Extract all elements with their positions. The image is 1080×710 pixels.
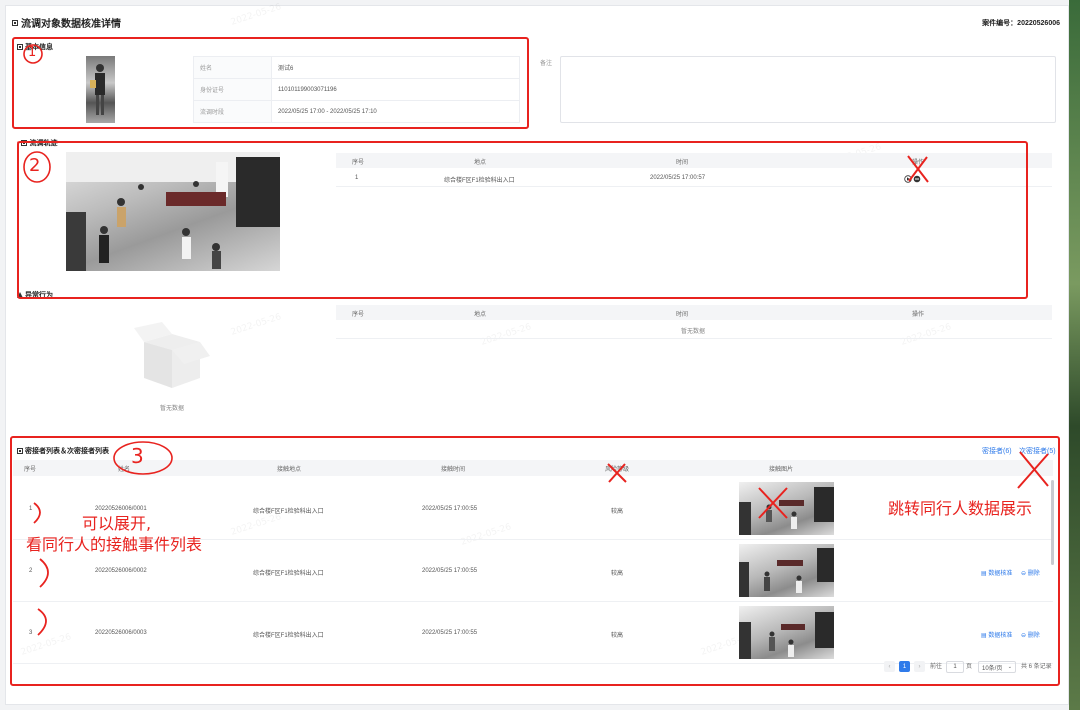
empty-box-icon xyxy=(134,322,210,388)
annotation-circle xyxy=(23,151,51,183)
divider xyxy=(336,338,1052,339)
annotation-cross xyxy=(607,463,627,483)
annotation-circle xyxy=(113,441,173,475)
id-card-icon xyxy=(12,19,18,26)
page-title: 流调对象数据核准详情 xyxy=(12,15,121,30)
abnormal-table-header: 序号 地点 时间 操作 xyxy=(336,305,1052,320)
annotation-cross xyxy=(758,487,788,519)
page-title-text: 流调对象数据核准详情 xyxy=(21,19,121,30)
annotation-bracket xyxy=(33,502,41,524)
annotation-bracket xyxy=(39,558,49,588)
annotation-box-basic xyxy=(12,37,529,129)
case-number-label: 案件编号： xyxy=(982,20,1018,27)
case-number-value: 20220526006 xyxy=(1017,20,1060,27)
col-place: 地点 xyxy=(474,312,487,318)
note-label: 备注 xyxy=(540,61,553,67)
annotation-cross xyxy=(1017,451,1049,489)
annotation-bracket xyxy=(37,608,47,636)
col-index: 序号 xyxy=(352,312,365,318)
abnormal-image-empty: 暂无数据 xyxy=(160,406,185,412)
annotation-jump-note: 跳转同行人数据展示 xyxy=(888,495,1033,519)
col-time: 时间 xyxy=(676,312,689,318)
desktop-background xyxy=(1069,0,1080,710)
abnormal-table-empty: 暂无数据 xyxy=(681,329,706,335)
annotation-circle xyxy=(23,44,43,64)
page: 2022-05-26 2022-05-26 2022-05-26 2022-05… xyxy=(0,0,1080,710)
case-number: 案件编号：20220526006 xyxy=(982,18,1060,28)
annotation-cross xyxy=(907,155,929,183)
annotation-expand-note-line2: 看同行人的接触事件列表 xyxy=(26,535,203,554)
annotation-box-trajectory xyxy=(17,141,1028,299)
col-action: 操作 xyxy=(912,312,925,318)
note-textarea[interactable] xyxy=(560,56,1056,123)
